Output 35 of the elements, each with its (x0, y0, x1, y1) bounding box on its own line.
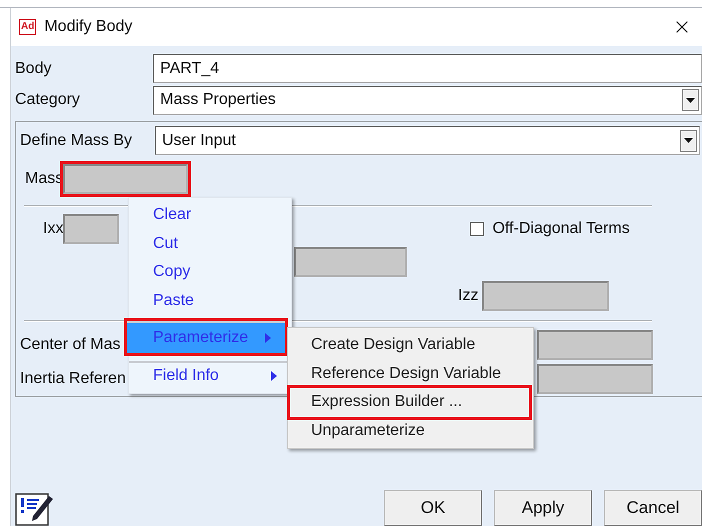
window-title: Modify Body (44, 18, 134, 36)
izz-field[interactable] (482, 281, 610, 312)
body-field[interactable]: PART_4 (153, 54, 702, 83)
ixx-field[interactable] (63, 214, 120, 244)
app-logo: Ad (19, 19, 36, 35)
category-dropdown[interactable]: Mass Properties (153, 86, 702, 114)
menu-item[interactable]: Paste (129, 286, 291, 315)
menu-item[interactable]: Reference Design Variable (288, 360, 533, 388)
field-label: Inertia Referen (20, 370, 127, 388)
dropdown-arrow-icon (684, 138, 693, 144)
menu-item[interactable]: Clear (129, 201, 291, 230)
field-label: Define Mass By (20, 132, 134, 150)
dropdown-arrow-icon (686, 98, 695, 102)
menu-item[interactable]: Cut (129, 230, 291, 258)
menu-item[interactable]: Copy (129, 258, 291, 286)
inertia-reference-field[interactable] (537, 364, 653, 394)
field-label: Ixx (43, 220, 64, 238)
checkbox-label: Off-Diagonal Terms (492, 220, 630, 238)
dialog-button[interactable]: Apply (494, 490, 592, 526)
menu-item[interactable]: Expression Builder ... (290, 388, 529, 416)
center-of-mass-field[interactable] (537, 330, 653, 360)
checkbox[interactable] (470, 222, 484, 236)
submenu-arrow-icon (265, 333, 271, 343)
menu-item[interactable]: Create Design Variable (288, 331, 533, 360)
submenu-arrow-icon (271, 371, 277, 382)
mass-field[interactable] (63, 164, 188, 194)
field-label: Center of Mas (20, 336, 122, 354)
field-label: Category (15, 91, 81, 109)
dialog-button[interactable]: OK (384, 490, 482, 526)
define-mass-by-dropdown[interactable]: User Input (155, 126, 700, 156)
field-label: Body (15, 60, 52, 78)
iyy-field[interactable] (294, 246, 407, 277)
menu-item[interactable]: Unparameterize (288, 416, 533, 445)
field-label: Izz (458, 287, 478, 306)
dialog-button[interactable]: Cancel (604, 490, 702, 526)
